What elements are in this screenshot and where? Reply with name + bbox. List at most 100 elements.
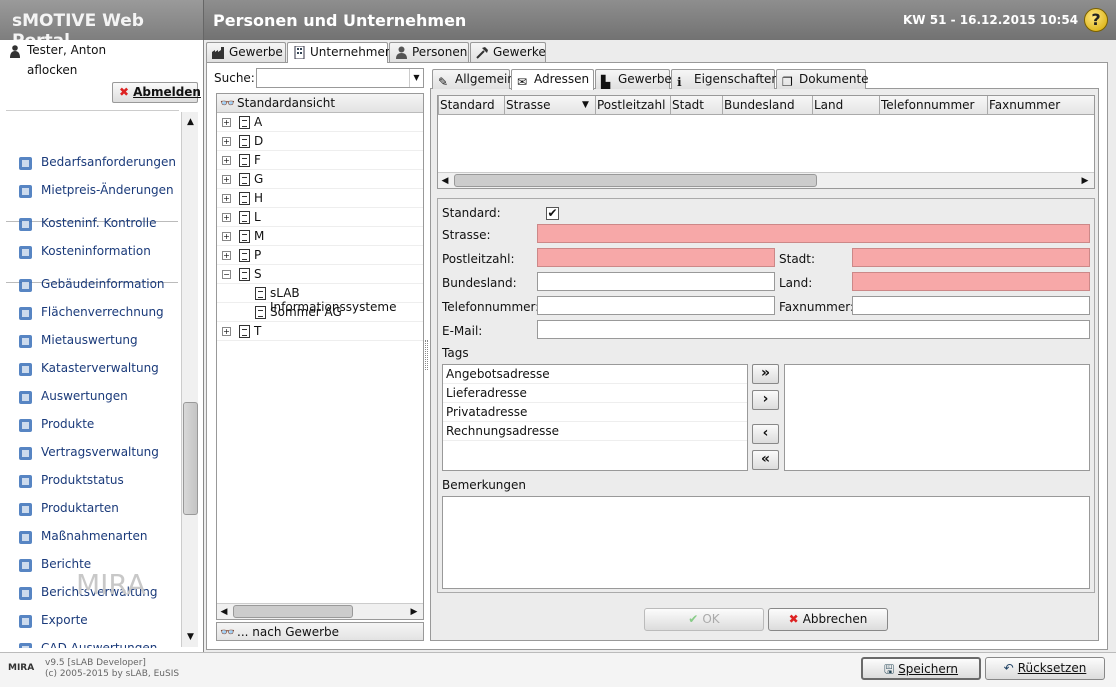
splitter-handle[interactable]: [425, 340, 428, 370]
tags-selected-list[interactable]: [784, 364, 1090, 471]
move-all-right-button[interactable]: »: [752, 364, 779, 384]
tree-node[interactable]: Sommer AG: [217, 303, 423, 322]
scroll-left-icon[interactable]: ◀: [217, 604, 231, 620]
tab-personen[interactable]: Personen: [389, 42, 469, 62]
expand-icon[interactable]: +: [222, 156, 231, 165]
nav-item[interactable]: Kosteninf. Kontrolle: [6, 210, 179, 238]
reset-button[interactable]: ↶ Rücksetzen: [985, 657, 1105, 680]
nav-item[interactable]: Kosteninformation: [6, 238, 179, 266]
collapse-icon[interactable]: −: [222, 270, 231, 279]
tab-unternehmen[interactable]: Unternehmen: [287, 42, 392, 63]
expand-icon[interactable]: +: [222, 213, 231, 222]
tab-eigenschaften[interactable]: ℹ Eigenschaften: [671, 69, 779, 89]
list-item[interactable]: Rechnungsadresse: [443, 422, 747, 441]
tags-available-list[interactable]: Angebotsadresse Lieferadresse Privatadress…: [442, 364, 748, 471]
tree-node[interactable]: + D: [217, 132, 423, 151]
expand-icon[interactable]: +: [222, 232, 231, 241]
tab-allgemein[interactable]: ✎ Allgemein: [432, 69, 515, 89]
telefon-field[interactable]: [537, 296, 775, 315]
nav-item[interactable]: Produkte: [6, 411, 179, 439]
standard-checkbox[interactable]: ✔: [546, 207, 559, 220]
nav-item[interactable]: Katasterverwaltung: [6, 355, 179, 383]
list-item[interactable]: Angebotsadresse: [443, 365, 747, 384]
tab-adressen[interactable]: ✉ Adressen: [511, 69, 594, 90]
nav-item[interactable]: Auswertungen: [6, 383, 179, 411]
chevron-down-icon[interactable]: ▼: [409, 69, 423, 87]
scroll-right-icon[interactable]: ▶: [407, 604, 421, 620]
expand-icon[interactable]: +: [222, 137, 231, 146]
move-all-left-button[interactable]: «: [752, 450, 779, 470]
save-button[interactable]: 🖫 Speichern: [861, 657, 981, 680]
tab-gewerke[interactable]: Gewerke: [470, 42, 546, 62]
scroll-right-icon[interactable]: ▶: [1078, 173, 1092, 189]
tree-node[interactable]: + G: [217, 170, 423, 189]
scroll-left-icon[interactable]: ◀: [438, 173, 452, 189]
tree-node[interactable]: − S: [217, 265, 423, 284]
nav-item[interactable]: Produktstatus: [6, 467, 179, 495]
scrollbar-thumb[interactable]: [183, 402, 198, 515]
nav-item[interactable]: Mietpreis-Änderungen: [6, 177, 179, 205]
search-input[interactable]: ▼: [256, 68, 424, 88]
column-header[interactable]: Bundesland: [724, 98, 795, 112]
column-header[interactable]: Land: [814, 98, 843, 112]
column-header[interactable]: Stadt: [672, 98, 704, 112]
tree-node[interactable]: + F: [217, 151, 423, 170]
expand-icon[interactable]: +: [222, 194, 231, 203]
nav-item[interactable]: Exporte: [6, 607, 179, 635]
tree-node[interactable]: + H: [217, 189, 423, 208]
tree-node[interactable]: sLAB Informationssysteme: [217, 284, 423, 314]
land-field[interactable]: [852, 272, 1090, 291]
tree-node[interactable]: + M: [217, 227, 423, 246]
nav-item[interactable]: Maßnahmenarten: [6, 523, 179, 551]
nav-item[interactable]: Produktarten: [6, 495, 179, 523]
column-header[interactable]: Faxnummer: [989, 98, 1060, 112]
bemerkungen-textarea[interactable]: [442, 496, 1090, 589]
list-item[interactable]: Lieferadresse: [443, 384, 747, 403]
logout-button[interactable]: ✖ Abmelden: [112, 82, 201, 103]
plz-field[interactable]: [537, 248, 775, 267]
tree-node[interactable]: + L: [217, 208, 423, 227]
scroll-up-icon[interactable]: ▲: [182, 114, 199, 130]
nav-item[interactable]: Bedarfsanforderungen: [6, 149, 179, 177]
tree-node[interactable]: + T: [217, 322, 423, 341]
sort-desc-icon[interactable]: ▼: [582, 100, 589, 110]
expand-icon[interactable]: +: [222, 118, 231, 127]
column-header[interactable]: Standard: [440, 98, 495, 112]
help-icon[interactable]: ?: [1084, 8, 1108, 32]
tree-view-header[interactable]: 👓 Standardansicht: [217, 94, 423, 113]
column-header[interactable]: Postleitzahl: [597, 98, 665, 112]
nav-item[interactable]: Flächenverrechnung: [6, 299, 179, 327]
cancel-button[interactable]: ✖ Abbrechen: [768, 608, 888, 631]
email-field[interactable]: [537, 320, 1090, 339]
tree-node[interactable]: + A: [217, 113, 423, 132]
scroll-down-icon[interactable]: ▼: [182, 629, 199, 645]
nav-item[interactable]: CAD Auswertungen: [6, 635, 179, 648]
stadt-field[interactable]: [852, 248, 1090, 267]
scrollbar-thumb[interactable]: [233, 605, 353, 618]
tab-gewerbe[interactable]: Gewerbe: [206, 42, 286, 62]
nav-item[interactable]: Mietauswertung: [6, 327, 179, 355]
column-header[interactable]: Strasse: [506, 98, 551, 112]
scrollbar-thumb[interactable]: [454, 174, 817, 187]
bundesland-field[interactable]: [537, 272, 775, 291]
move-right-button[interactable]: ›: [752, 390, 779, 410]
tree-hscrollbar[interactable]: ◀ ▶: [217, 603, 423, 619]
ok-button[interactable]: ✔ OK: [644, 608, 764, 631]
sidebar-scrollbar[interactable]: ▲ ▼: [181, 112, 198, 647]
expand-icon[interactable]: +: [222, 175, 231, 184]
list-item[interactable]: Privatadresse: [443, 403, 747, 422]
tab-gewerbe-detail[interactable]: ▙ Gewerbe: [595, 69, 672, 89]
tab-dokumente[interactable]: ❐ Dokumente: [776, 69, 869, 89]
table-hscrollbar[interactable]: ◀ ▶: [438, 172, 1094, 188]
fax-field[interactable]: [852, 296, 1090, 315]
strasse-field[interactable]: [537, 224, 1090, 243]
tree-view-footer[interactable]: 👓 ... nach Gewerbe: [216, 622, 424, 641]
expand-icon[interactable]: +: [222, 327, 231, 336]
column-header[interactable]: Telefonnummer: [881, 98, 974, 112]
expand-icon[interactable]: +: [222, 251, 231, 260]
tree-node[interactable]: + P: [217, 246, 423, 265]
nav-item[interactable]: Vertragsverwaltung: [6, 439, 179, 467]
nav-item[interactable]: Gebäudeinformation: [6, 271, 179, 299]
move-left-button[interactable]: ‹: [752, 424, 779, 444]
check-icon: ✔: [688, 612, 699, 626]
